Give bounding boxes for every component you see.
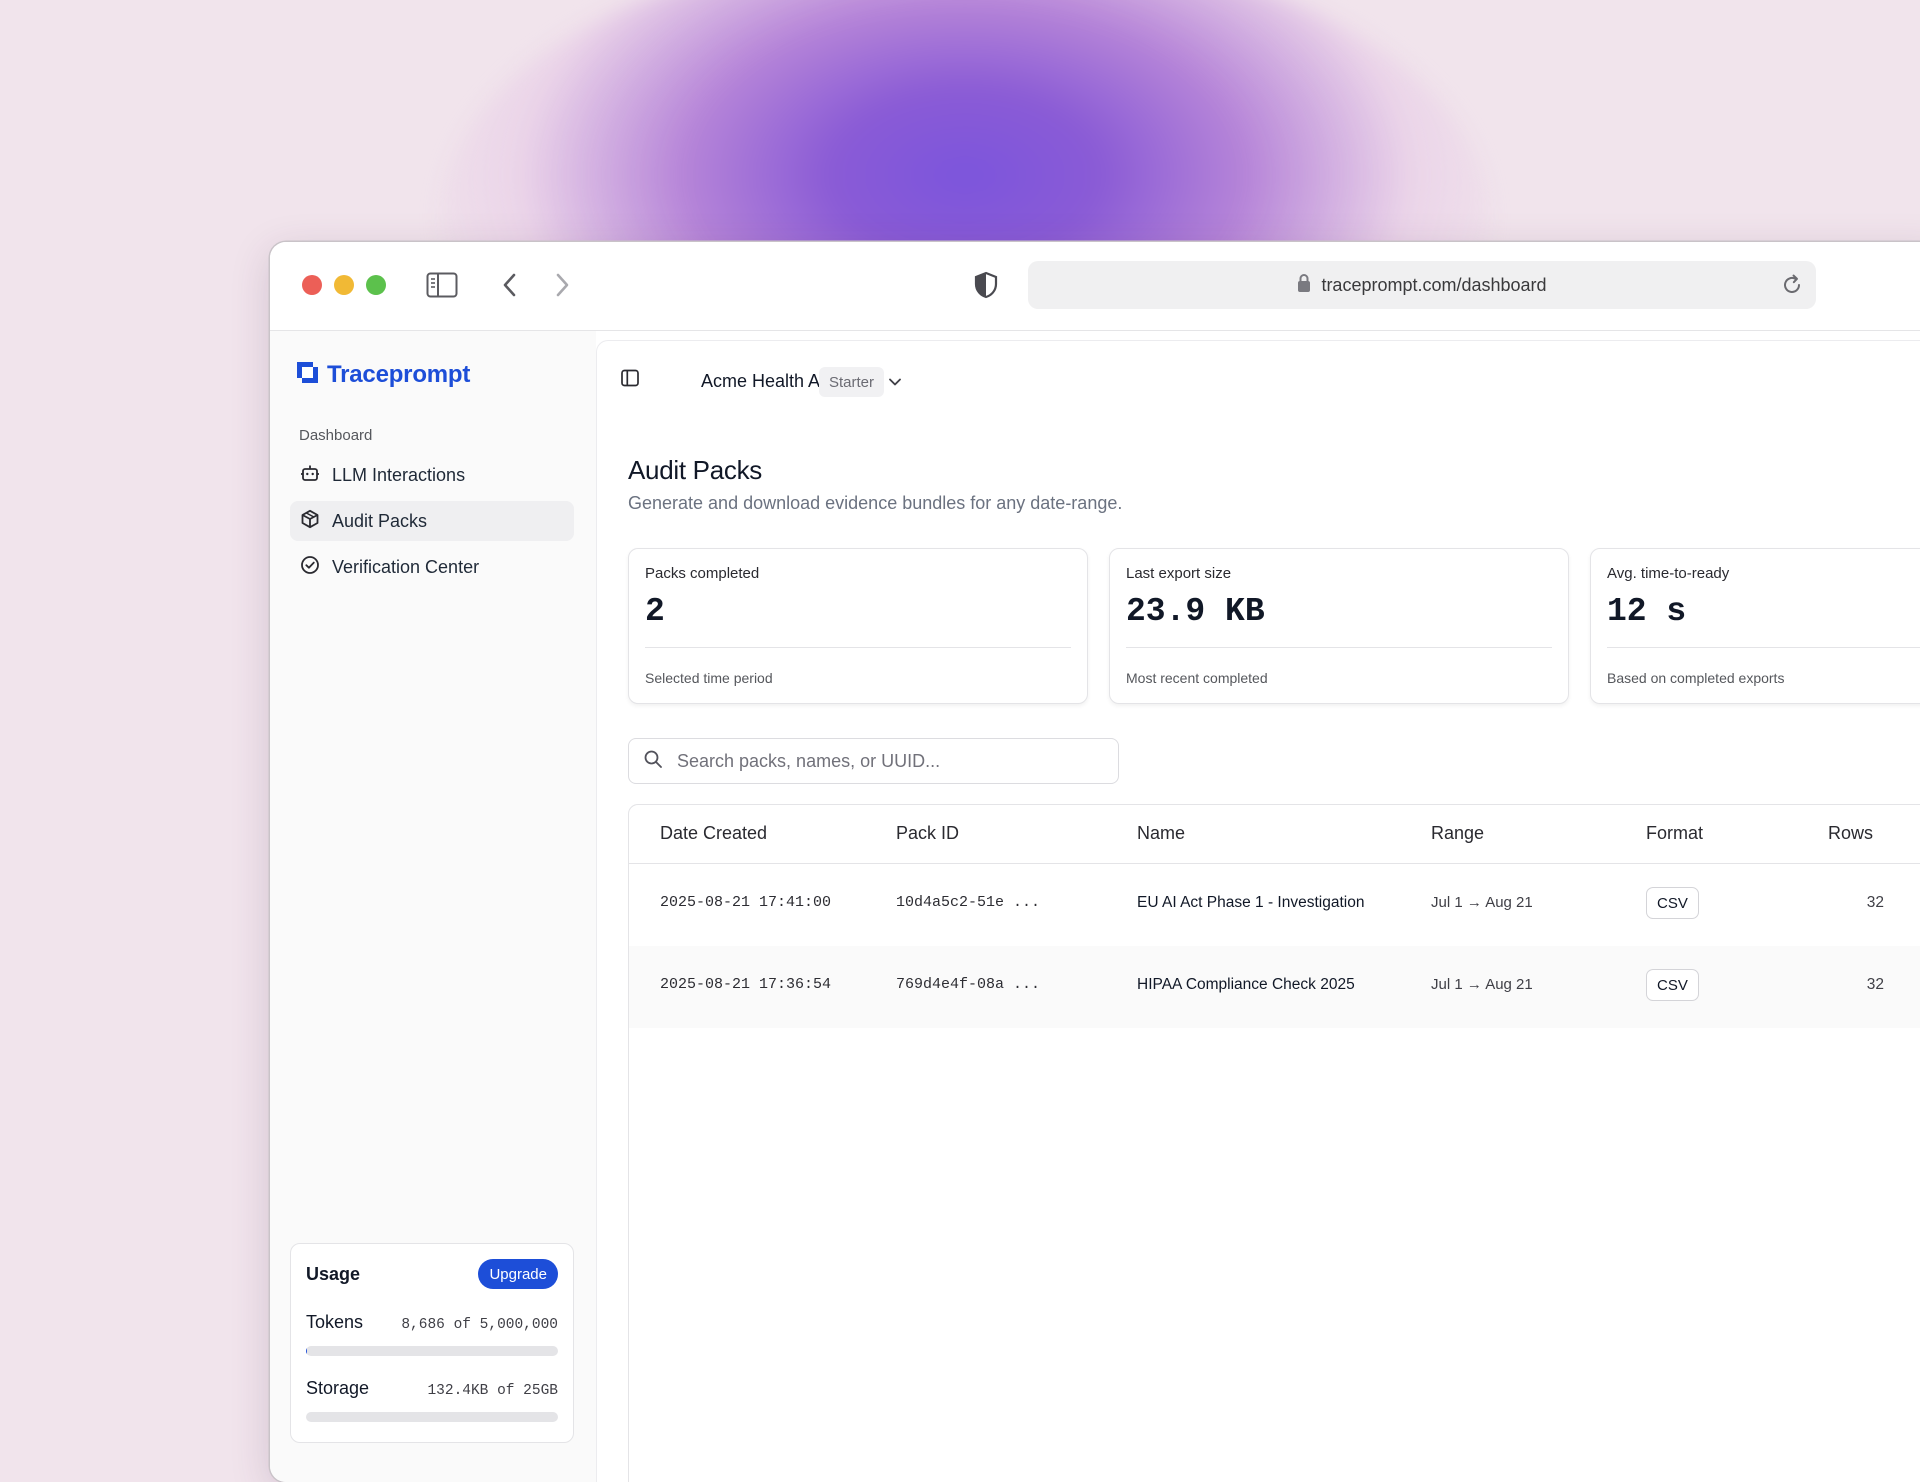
stat-label: Avg. time-to-ready [1607, 565, 1729, 582]
cell-range: Jul 1 → Aug 21 [1431, 976, 1533, 993]
cell-name: EU AI Act Phase 1 - Investigation [1137, 894, 1364, 912]
upgrade-button[interactable]: Upgrade [478, 1259, 558, 1289]
audit-packs-table: Date Created Pack ID Name Range Format R… [628, 804, 1920, 1482]
brand-name: Traceprompt [327, 361, 470, 389]
forward-icon[interactable] [548, 266, 576, 304]
stat-footer: Based on completed exports [1607, 670, 1784, 686]
bot-icon [300, 463, 320, 488]
column-header-range[interactable]: Range [1431, 823, 1484, 844]
column-header-pack-id[interactable]: Pack ID [896, 823, 959, 844]
usage-tokens-row: Tokens 8,686 of 5,000,000 [306, 1312, 558, 1333]
address-bar[interactable]: traceprompt.com/dashboard [1028, 261, 1816, 309]
storage-value: 132.4KB of 25GB [427, 1383, 558, 1399]
sidebar-item-llm-interactions[interactable]: LLM Interactions [290, 455, 574, 495]
close-window-button[interactable] [302, 275, 322, 295]
stat-value: 2 [645, 593, 665, 630]
reload-icon[interactable] [1780, 273, 1804, 302]
usage-storage-row: Storage 132.4KB of 25GB [306, 1378, 558, 1399]
search-box [628, 738, 1119, 784]
stat-footer: Most recent completed [1126, 670, 1268, 686]
search-icon [643, 749, 663, 774]
stat-card-avg-time-to-ready: Avg. time-to-ready 12 s Based on complet… [1590, 548, 1920, 704]
table-row[interactable]: 2025-08-21 17:36:54 769d4e4f-08a ... HIP… [629, 946, 1920, 1028]
storage-progress-bar [306, 1412, 558, 1422]
chevron-down-icon[interactable] [887, 374, 903, 395]
minimize-window-button[interactable] [334, 275, 354, 295]
stat-card-packs-completed: Packs completed 2 Selected time period [628, 548, 1088, 704]
tokens-value: 8,686 of 5,000,000 [401, 1317, 558, 1333]
stat-card-last-export-size: Last export size 23.9 KB Most recent com… [1109, 548, 1569, 704]
usage-panel: Usage Upgrade Tokens 8,686 of 5,000,000 … [290, 1243, 574, 1443]
sidebar-item-label: Verification Center [332, 557, 479, 578]
storage-label: Storage [306, 1378, 369, 1399]
tokens-label: Tokens [306, 1312, 363, 1333]
column-header-date-created[interactable]: Date Created [660, 823, 767, 844]
table-row[interactable]: 2025-08-21 17:41:00 10d4a5c2-51e ... EU … [629, 864, 1920, 946]
main-content: Acme Health AI Starter Audit Packs Gener… [596, 340, 1920, 1482]
panel-toggle-icon[interactable] [621, 369, 639, 392]
app-sidebar: Traceprompt Dashboard LLM Interactions A… [270, 331, 596, 1482]
browser-toolbar: traceprompt.com/dashboard [270, 242, 1920, 331]
privacy-shield-icon[interactable] [972, 266, 1000, 304]
package-icon [300, 509, 320, 534]
org-name[interactable]: Acme Health AI [701, 371, 825, 392]
lock-icon [1297, 273, 1311, 298]
sidebar-item-verification-center[interactable]: Verification Center [290, 547, 574, 587]
nav-section-label: Dashboard [299, 427, 372, 444]
cell-range: Jul 1 → Aug 21 [1431, 894, 1533, 911]
url-text: traceprompt.com/dashboard [1321, 275, 1546, 296]
page-subtitle: Generate and download evidence bundles f… [628, 493, 1122, 514]
format-badge: CSV [1646, 887, 1699, 919]
cell-date-created: 2025-08-21 17:41:00 [660, 894, 831, 911]
stat-value: 23.9 KB [1126, 593, 1265, 630]
plan-badge: Starter [819, 367, 884, 397]
check-circle-icon [300, 555, 320, 580]
format-badge: CSV [1646, 969, 1699, 1001]
sidebar-toggle-icon[interactable] [424, 266, 460, 304]
tokens-progress-bar [306, 1346, 558, 1356]
table-header: Date Created Pack ID Name Range Format R… [629, 805, 1920, 864]
cell-name: HIPAA Compliance Check 2025 [1137, 976, 1355, 994]
stat-footer: Selected time period [645, 670, 773, 686]
stat-divider [645, 647, 1071, 648]
sidebar-item-label: Audit Packs [332, 511, 427, 532]
column-header-format[interactable]: Format [1646, 823, 1703, 844]
logo-icon [296, 361, 319, 389]
back-icon[interactable] [496, 266, 524, 304]
sidebar-item-label: LLM Interactions [332, 465, 465, 486]
cell-pack-id: 10d4a5c2-51e ... [896, 894, 1040, 911]
column-header-rows[interactable]: Rows [1828, 823, 1873, 844]
maximize-window-button[interactable] [366, 275, 386, 295]
stat-divider [1607, 647, 1920, 648]
usage-title: Usage [306, 1264, 360, 1285]
stat-label: Packs completed [645, 565, 759, 582]
brand-logo[interactable]: Traceprompt [296, 361, 470, 389]
column-header-name[interactable]: Name [1137, 823, 1185, 844]
sidebar-item-audit-packs[interactable]: Audit Packs [290, 501, 574, 541]
stat-divider [1126, 647, 1552, 648]
cell-rows: 32 [1824, 976, 1884, 994]
cell-pack-id: 769d4e4f-08a ... [896, 976, 1040, 993]
cell-rows: 32 [1824, 894, 1884, 912]
cell-date-created: 2025-08-21 17:36:54 [660, 976, 831, 993]
stat-value: 12 s [1607, 593, 1686, 630]
page-title: Audit Packs [628, 455, 762, 486]
stat-label: Last export size [1126, 565, 1231, 582]
search-input[interactable] [675, 750, 1099, 773]
browser-window: traceprompt.com/dashboard Traceprompt Da… [270, 242, 1920, 1482]
